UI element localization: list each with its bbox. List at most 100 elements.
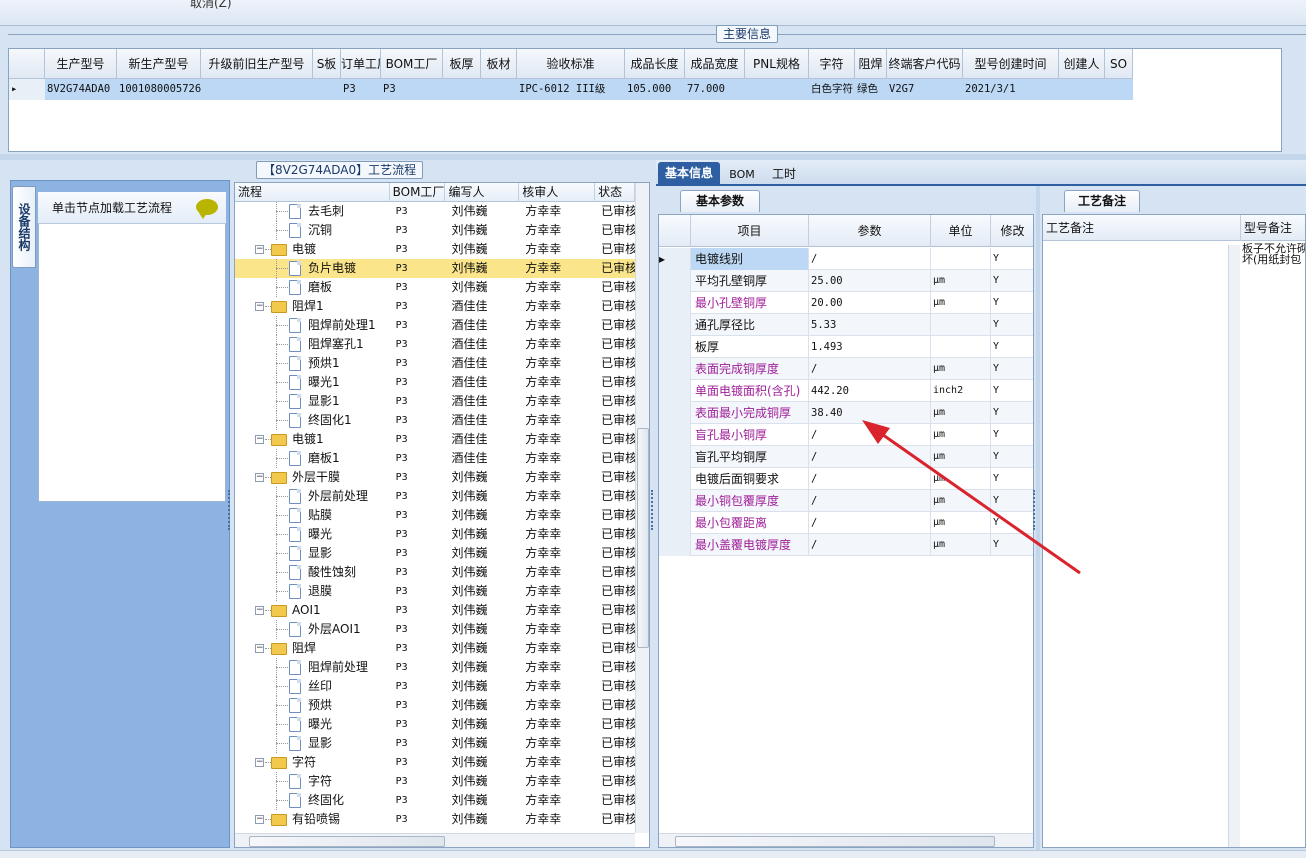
row-selector[interactable]: [659, 446, 691, 468]
flow-column-header[interactable]: 核审人: [519, 183, 596, 202]
column-header[interactable]: 终端客户代码: [887, 49, 963, 79]
flow-vertical-scrollbar[interactable]: [635, 183, 649, 833]
flow-tree-row[interactable]: 显影1 P3 酒佳佳 方幸幸 已审核: [235, 392, 635, 411]
load-flow-button[interactable]: 单击节点加载工艺流程: [38, 192, 226, 224]
column-header[interactable]: 升级前旧生产型号: [201, 49, 313, 79]
flow-node[interactable]: 预烘1: [235, 354, 390, 373]
flow-tree-row[interactable]: 外层前处理 P3 刘伟巍 方幸幸 已审核: [235, 487, 635, 506]
grid-cell[interactable]: [313, 79, 341, 100]
expand-toggle-icon[interactable]: −: [255, 473, 264, 482]
flow-tree-row[interactable]: 预烘 P3 刘伟巍 方幸幸 已审核: [235, 696, 635, 715]
column-header[interactable]: 板厚: [443, 49, 481, 79]
flow-node[interactable]: 终固化1: [235, 411, 390, 430]
flow-tree-row[interactable]: 酸性蚀刻 P3 刘伟巍 方幸幸 已审核: [235, 563, 635, 582]
flow-node[interactable]: − AOI1: [235, 601, 390, 620]
flow-node[interactable]: 外层AOI1: [235, 620, 390, 639]
flow-node[interactable]: − 电镀: [235, 240, 390, 259]
param-value[interactable]: /: [809, 358, 931, 380]
param-row[interactable]: ▸ 电镀线别 / Y: [659, 248, 1033, 270]
flow-tree-row[interactable]: − 电镀1 P3 酒佳佳 方幸幸 已审核: [235, 430, 635, 449]
grid-cell[interactable]: [201, 79, 313, 100]
flow-node[interactable]: 曝光: [235, 525, 390, 544]
flow-tree-row[interactable]: 显影 P3 刘伟巍 方幸幸 已审核: [235, 734, 635, 753]
grid-cell[interactable]: [1059, 79, 1105, 100]
flow-node[interactable]: 酸性蚀刻: [235, 563, 390, 582]
grid-cell[interactable]: P3: [381, 79, 443, 100]
param-value[interactable]: 1.493: [809, 336, 931, 358]
flow-tree-row[interactable]: 终固化1 P3 酒佳佳 方幸幸 已审核: [235, 411, 635, 430]
flow-node[interactable]: 沉铜: [235, 221, 390, 240]
column-header[interactable]: 板材: [481, 49, 517, 79]
param-value[interactable]: /: [809, 248, 931, 270]
flow-node[interactable]: 曝光: [235, 715, 390, 734]
flow-tree-row[interactable]: 阻焊前处理1 P3 酒佳佳 方幸幸 已审核: [235, 316, 635, 335]
tab-basic-info[interactable]: 基本信息: [658, 162, 720, 184]
flow-column-header[interactable]: BOM工厂: [390, 183, 446, 202]
flow-column-header[interactable]: 编写人: [445, 183, 520, 202]
params-column-header[interactable]: 参数: [809, 215, 931, 247]
flow-node[interactable]: 显影: [235, 544, 390, 563]
grid-cell[interactable]: 8V2G74ADA0: [45, 79, 117, 100]
flow-tree-row[interactable]: − 阻焊1 P3 酒佳佳 方幸幸 已审核: [235, 297, 635, 316]
params-column-header[interactable]: 单位: [931, 215, 991, 247]
main-info-row[interactable]: ▸ 8V2G74ADA0 10010800057263 P3 P3 IPC-6012 II…: [9, 79, 1133, 100]
grid-cell[interactable]: 77.000: [685, 79, 745, 100]
row-selector[interactable]: [659, 336, 691, 358]
column-header[interactable]: 成品长度: [625, 49, 685, 79]
grid-cell[interactable]: 10010800057263: [117, 79, 201, 100]
flow-tree-row[interactable]: 外层AOI1 P3 刘伟巍 方幸幸 已审核: [235, 620, 635, 639]
row-selector[interactable]: [659, 534, 691, 556]
flow-node[interactable]: 曝光1: [235, 373, 390, 392]
flow-tree-row[interactable]: 退膜 P3 刘伟巍 方幸幸 已审核: [235, 582, 635, 601]
flow-tree-row[interactable]: − 字符 P3 刘伟巍 方幸幸 已审核: [235, 753, 635, 772]
row-selector[interactable]: [659, 468, 691, 490]
flow-node[interactable]: − 阻焊1: [235, 297, 390, 316]
flow-node[interactable]: − 外层干膜: [235, 468, 390, 487]
expand-toggle-icon[interactable]: −: [255, 815, 264, 824]
param-row[interactable]: 表面完成铜厚度 / μm Y: [659, 358, 1033, 380]
remark-scrollbar[interactable]: [1228, 245, 1240, 847]
param-row[interactable]: 板厚 1.493 Y: [659, 336, 1033, 358]
row-selector[interactable]: [659, 424, 691, 446]
flow-node[interactable]: 退膜: [235, 582, 390, 601]
flow-node[interactable]: 丝印: [235, 677, 390, 696]
expand-toggle-icon[interactable]: −: [255, 644, 264, 653]
params-column-header[interactable]: 项目: [691, 215, 809, 247]
flow-node[interactable]: 阻焊前处理: [235, 658, 390, 677]
row-selector[interactable]: [659, 358, 691, 380]
flow-node[interactable]: 去毛刺: [235, 202, 390, 221]
grid-cell[interactable]: 绿色: [855, 79, 887, 100]
expand-toggle-icon[interactable]: −: [255, 245, 264, 254]
flow-tree-row[interactable]: 去毛刺 P3 刘伟巍 方幸幸 已审核: [235, 202, 635, 221]
flow-tree-row[interactable]: − 外层干膜 P3 刘伟巍 方幸幸 已审核: [235, 468, 635, 487]
flow-node[interactable]: 负片电镀: [235, 259, 390, 278]
tab-basic-params[interactable]: 基本参数: [680, 190, 760, 212]
flow-node[interactable]: 阻焊前处理1: [235, 316, 390, 335]
row-selector[interactable]: [659, 270, 691, 292]
column-header[interactable]: 成品宽度: [685, 49, 745, 79]
flow-node[interactable]: − 字符: [235, 753, 390, 772]
flow-tree-row[interactable]: 预烘1 P3 酒佳佳 方幸幸 已审核: [235, 354, 635, 373]
flow-node[interactable]: 显影: [235, 734, 390, 753]
row-selector[interactable]: ▸: [659, 248, 691, 270]
param-value[interactable]: 5.33: [809, 314, 931, 336]
column-header[interactable]: S板: [313, 49, 341, 79]
row-selector[interactable]: [659, 490, 691, 512]
grid-cell[interactable]: [1105, 79, 1133, 100]
param-value[interactable]: 20.00: [809, 292, 931, 314]
expand-toggle-icon[interactable]: −: [255, 606, 264, 615]
flow-node[interactable]: − 有铅喷锡: [235, 810, 390, 829]
param-value[interactable]: 25.00: [809, 270, 931, 292]
grid-cell[interactable]: [481, 79, 517, 100]
flow-tree-row[interactable]: 磨板 P3 刘伟巍 方幸幸 已审核: [235, 278, 635, 297]
row-selector[interactable]: [659, 292, 691, 314]
flow-node[interactable]: 磨板1: [235, 449, 390, 468]
flow-scroll-thumb[interactable]: [637, 428, 649, 648]
flow-node[interactable]: 外层前处理: [235, 487, 390, 506]
flow-node[interactable]: 字符: [235, 772, 390, 791]
row-selector[interactable]: ▸: [9, 79, 45, 100]
grid-cell[interactable]: 105.000: [625, 79, 685, 100]
grid-cell[interactable]: 白色字符: [809, 79, 855, 100]
row-selector[interactable]: [659, 380, 691, 402]
flow-node[interactable]: 磨板: [235, 278, 390, 297]
